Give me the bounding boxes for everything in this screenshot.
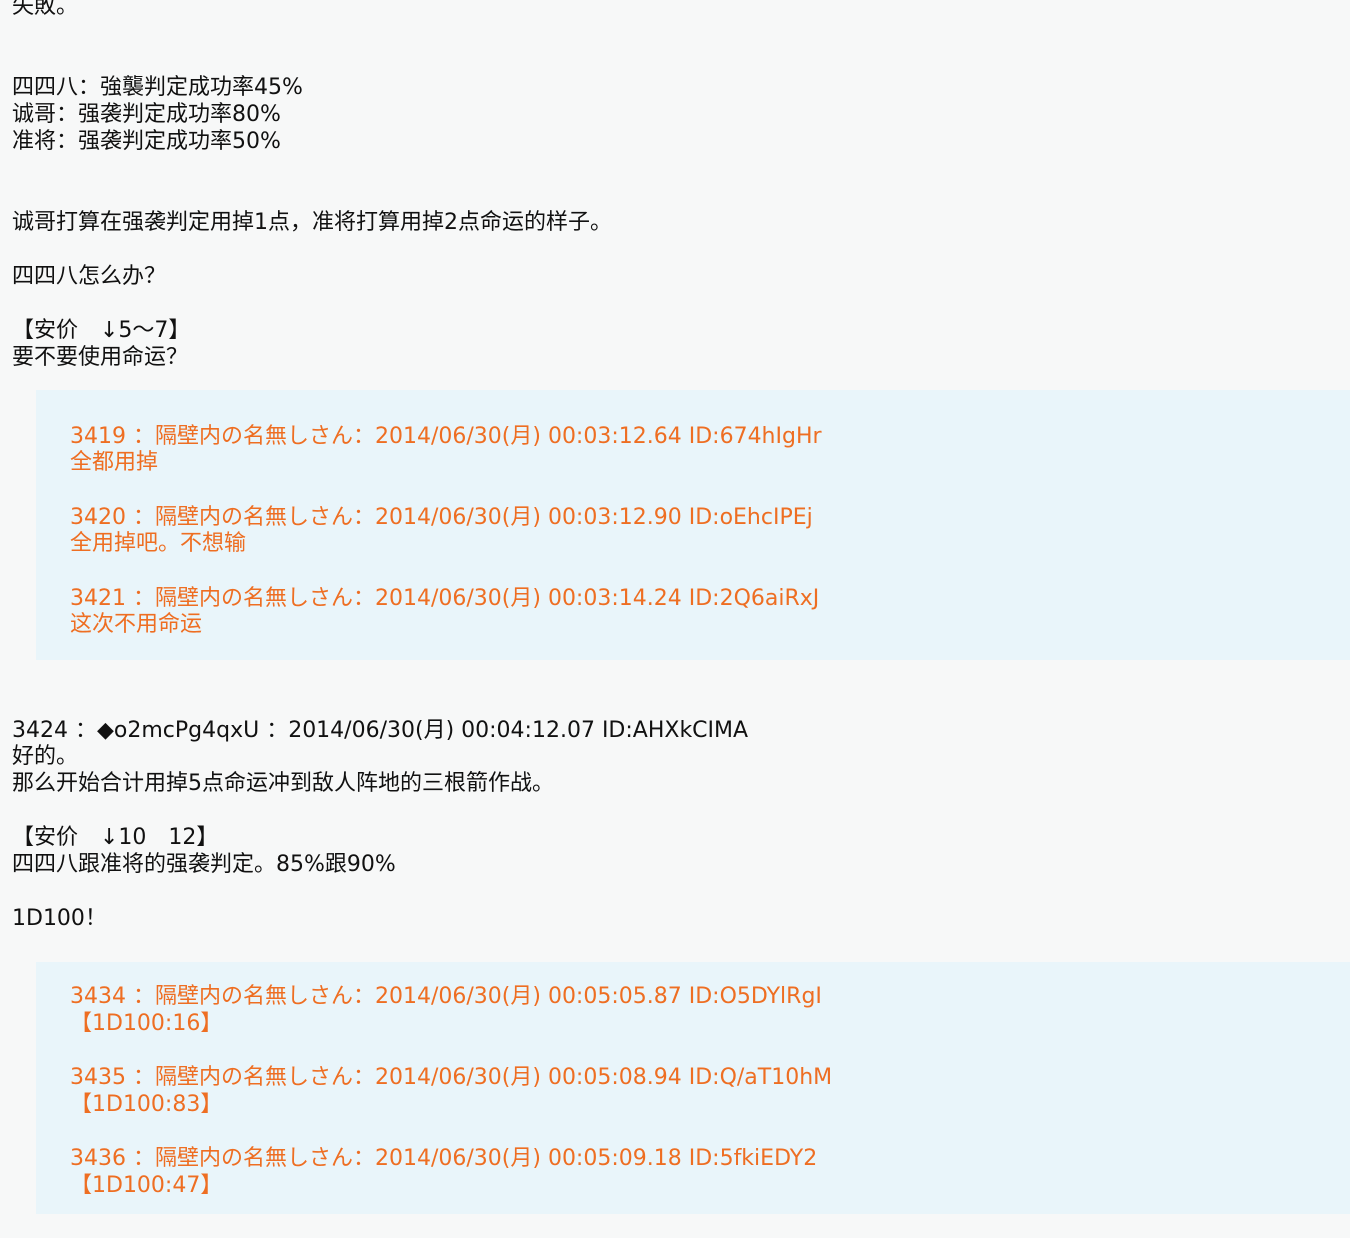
text-line: 四四八：強襲判定成功率45% [12,75,303,100]
quote-body: 【1D100:83】 [70,1092,223,1117]
post-line: 1D100！ [12,906,107,931]
quote-body: 【1D100:16】 [70,1011,223,1036]
text-line: 四四八怎么办？ [12,264,167,289]
quote-header: 3420 ：隔壁内の名無しさん：2014/06/30(月) 00:03:12.9… [70,505,813,530]
text-line: 诚哥打算在强袭判定用掉1点，准将打算用掉2点命运的样子。 [12,210,612,235]
quote-body: 【1D100:47】 [70,1173,223,1198]
post-line: 【安价 ↓10 12】 [12,825,219,850]
post-line: 好的。 [12,744,79,769]
quote-block: 3419 ：隔壁内の名無しさん：2014/06/30(月) 00:03:12.6… [36,390,1350,660]
post-line: 那么开始合计用掉5点命运冲到敌人阵地的三根箭作战。 [12,771,554,796]
quote-header: 3435 ：隔壁内の名無しさん：2014/06/30(月) 00:05:08.9… [70,1065,833,1090]
text-line: 要不要使用命运？ [12,345,189,370]
quote-body: 全都用掉 [70,450,159,475]
quote-header: 3436 ：隔壁内の名無しさん：2014/06/30(月) 00:05:09.1… [70,1146,818,1171]
quote-header: 3434 ：隔壁内の名無しさん：2014/06/30(月) 00:05:05.8… [70,984,822,1009]
quote-body: 全用掉吧。不想输 [70,531,247,556]
text-line: 准将：强袭判定成功率50% [12,129,281,154]
text-line: 诚哥：强袭判定成功率80% [12,102,281,127]
post-line: 四四八跟准将的强袭判定。85%跟90% [12,852,396,877]
page: { "main": { "lines": [ "失敗。", "四四八：強襲判定成… [0,0,1350,1238]
quote-header: 3419 ：隔壁内の名無しさん：2014/06/30(月) 00:03:12.6… [70,424,822,449]
text-line: 【安价 ↓5～7】 [12,318,191,343]
quote-body: 这次不用命运 [70,612,203,637]
quote-block: 3434 ：隔壁内の名無しさん：2014/06/30(月) 00:05:05.8… [36,962,1350,1214]
quote-header: 3421 ：隔壁内の名無しさん：2014/06/30(月) 00:03:14.2… [70,586,820,611]
post-header: 3424 ：◆o2mcPg4qxU ：2014/06/30(月) 00:04:1… [12,718,749,743]
text-line: 失敗。 [12,0,79,19]
